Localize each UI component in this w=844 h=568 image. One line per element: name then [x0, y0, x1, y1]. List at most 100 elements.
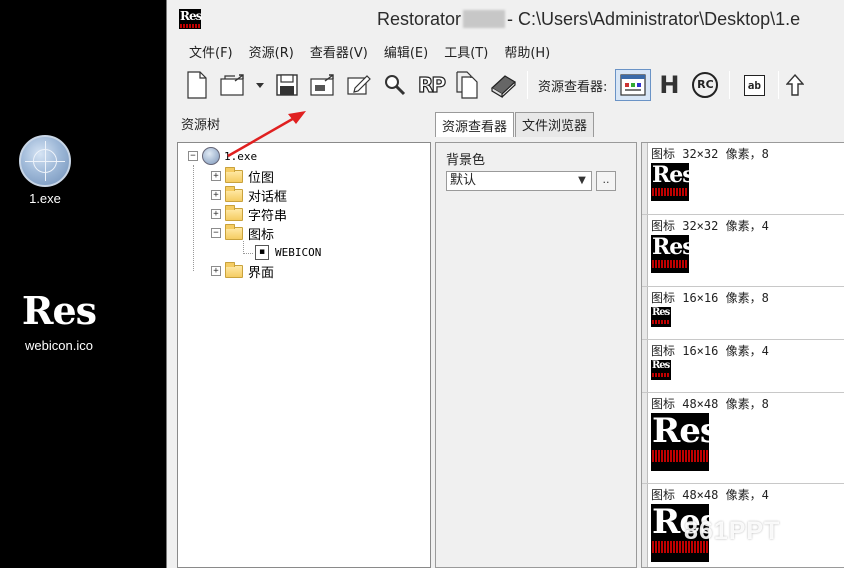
desktop: 1.exe Res webicon.ico [0, 0, 166, 568]
dropdown-icon [256, 83, 264, 88]
chevron-down-icon: ▼ [578, 175, 586, 186]
hex-viewer-button[interactable]: H [651, 69, 687, 101]
expand-icon[interactable]: + [211, 266, 221, 276]
save-button[interactable] [269, 69, 305, 101]
upload-icon [786, 73, 805, 96]
save-as-icon [310, 74, 334, 96]
new-file-icon [187, 71, 207, 99]
search-button[interactable] [377, 69, 413, 101]
desktop-icon-ico[interactable]: Res webicon.ico [9, 290, 109, 353]
icon-entry: 图标 16×16 像素，8 Res [642, 287, 844, 340]
icon-entry: 图标 48×48 像素，8 Res [642, 393, 844, 484]
tree-item-label: 图标 [248, 227, 275, 243]
rc-viewer-button[interactable]: RC [687, 69, 723, 101]
res-icon: Res [651, 163, 695, 201]
icon-entry: 图标 16×16 像素，4 Res [642, 340, 844, 393]
text-viewer-button[interactable]: ab [736, 69, 772, 101]
toolbar-separator [778, 71, 780, 99]
image-viewer-icon [620, 74, 646, 96]
menu-file[interactable]: 文件(F) [181, 39, 241, 64]
tree-item-label: 字符串 [248, 208, 288, 224]
resource-tree[interactable]: − 1.exe + 位图 + 对话框 + 字符串 − 图标 ▪ WEBICON … [177, 142, 431, 568]
copy-button[interactable] [449, 69, 485, 101]
menu-edit[interactable]: 编辑(E) [376, 39, 436, 64]
toolbar-separator [729, 71, 731, 99]
background-label: 背景色 [446, 153, 486, 168]
image-viewer-button[interactable] [615, 69, 652, 101]
new-file-button[interactable] [179, 69, 215, 101]
res-icon: Res [651, 235, 695, 273]
tree-root-label: 1.exe [224, 149, 258, 163]
desktop-icon-label: 1.exe [29, 191, 61, 206]
icon-caption: 图标 48×48 像素，4 [651, 488, 769, 502]
tab-file-browser[interactable]: 文件浏览器 [515, 112, 595, 137]
edit-button[interactable] [341, 69, 377, 101]
hex-viewer-icon: H [659, 71, 680, 99]
upload-button[interactable] [785, 69, 805, 101]
rp-button[interactable]: RP [413, 69, 449, 101]
folder-icon [225, 204, 243, 221]
rc-viewer-icon: RC [692, 72, 719, 98]
menu-help[interactable]: 帮助(H) [496, 39, 558, 64]
edit-icon [347, 75, 371, 95]
globe-icon [19, 135, 71, 187]
tree-item-dialog[interactable]: + 对话框 [211, 185, 288, 205]
restorator-window: Res Restorator - C:\Users\Administrator\D… [166, 0, 844, 568]
icon-caption: 图标 48×48 像素，8 [651, 397, 769, 411]
folder-icon [225, 261, 243, 278]
rp-icon: RP [417, 72, 446, 97]
tree-item-label: 对话框 [248, 189, 288, 205]
folder-icon [225, 185, 243, 202]
icon-resource-icon: ▪ [255, 244, 269, 260]
icon-caption: 图标 32×32 像素，8 [651, 147, 769, 161]
text-viewer-icon: ab [743, 74, 766, 96]
toolbar: RP 资源查看器: H RC ab [167, 64, 844, 106]
res-icon: Res [651, 307, 671, 327]
tree-item-webicon[interactable]: ▪ WEBICON [255, 243, 321, 261]
icon-entry: 图标 32×32 像素，4 Res [642, 215, 844, 287]
tree-item-bitmap[interactable]: + 位图 [211, 166, 275, 186]
copy-icon [456, 71, 478, 99]
open-icon [220, 74, 244, 96]
desktop-icon-label: webicon.ico [25, 338, 93, 353]
background-browse-button[interactable]: .. [596, 171, 616, 191]
res-icon: Res [17, 290, 101, 334]
tree-item-label: 位图 [248, 170, 275, 186]
collapse-icon[interactable]: − [211, 228, 221, 238]
expand-icon[interactable]: + [211, 171, 221, 181]
expand-icon[interactable]: + [211, 190, 221, 200]
viewer-tabs: 资源查看器 文件浏览器 [435, 112, 595, 137]
book-button[interactable] [485, 69, 521, 101]
folder-open-icon [225, 223, 243, 240]
expand-icon[interactable]: + [211, 209, 221, 219]
viewer-label: 资源查看器: [538, 79, 608, 95]
viewer-options-pane: 背景色 默认 ▼ .. [435, 142, 637, 568]
res-icon: Res [651, 413, 719, 471]
tree-item-icon[interactable]: − 图标 [211, 223, 275, 243]
menu-viewer[interactable]: 查看器(V) [302, 39, 376, 64]
menu-tools[interactable]: 工具(T) [436, 39, 496, 64]
tree-item-string[interactable]: + 字符串 [211, 204, 288, 224]
background-select-value: 默认 [450, 173, 477, 188]
book-icon [491, 75, 516, 98]
menu-resource[interactable]: 资源(R) [241, 39, 302, 64]
icon-caption: 图标 16×16 像素，4 [651, 344, 769, 358]
tree-item-label: 界面 [248, 265, 275, 281]
save-icon [276, 74, 298, 96]
resource-tree-title: 资源树 [181, 118, 221, 133]
save-as-button[interactable] [305, 69, 341, 101]
watermark: 861PPT [684, 517, 781, 545]
window-title: Restorator - C:\Users\Administrator\Deskt… [377, 9, 801, 29]
folder-icon [225, 166, 243, 183]
open-button[interactable] [215, 69, 251, 101]
tree-item-ui[interactable]: + 界面 [211, 261, 275, 281]
collapse-icon[interactable]: − [188, 151, 198, 161]
title-bar[interactable]: Res Restorator - C:\Users\Administrator\D… [167, 0, 844, 38]
icon-caption: 图标 32×32 像素，4 [651, 219, 769, 233]
icon-preview-pane[interactable]: 图标 32×32 像素，8 Res 图标 32×32 像素，4 Res 图标 1… [641, 142, 844, 568]
open-dropdown-button[interactable] [251, 69, 269, 101]
desktop-icon-exe[interactable]: 1.exe [0, 135, 95, 206]
background-select[interactable]: 默认 ▼ [446, 171, 592, 191]
tab-resource-viewer[interactable]: 资源查看器 [435, 112, 515, 137]
tree-root[interactable]: − 1.exe [188, 147, 257, 165]
